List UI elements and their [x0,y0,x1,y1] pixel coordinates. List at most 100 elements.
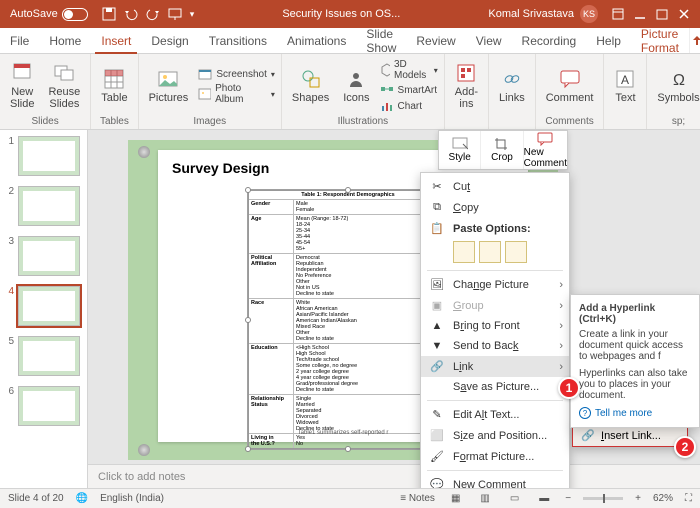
redo-icon[interactable] [146,7,160,21]
notes-toggle[interactable]: ≡ Notes [400,493,435,504]
group-text: AText [604,54,647,129]
user-account[interactable]: Komal Srivastava KS [480,5,606,23]
text-button[interactable]: AText [610,66,640,106]
zoom-slider[interactable] [583,497,623,500]
menu-size-position[interactable]: ⬜Size and Position... [421,425,569,446]
tab-insert[interactable]: Insert [91,28,141,53]
group-images: Pictures Screenshot▾ Photo Album▾ Images [139,54,282,129]
comment-button[interactable]: Comment [542,66,598,106]
new-slide-button[interactable]: New Slide [6,60,38,112]
slide-thumb-6[interactable]: 6 [4,386,83,426]
autosave-label: AutoSave [10,8,58,20]
tab-picture-format[interactable]: Picture Format [631,28,689,53]
ribbon-options-icon[interactable] [612,8,624,20]
quick-access-toolbar: ▾ [94,7,203,21]
menu-send-back[interactable]: ▼Send to Back› [421,336,569,356]
scissors-icon: ✂ [429,180,445,193]
menu-bring-front[interactable]: ▲Bring to Front› [421,316,569,336]
menu-link[interactable]: 🔗Link› [421,356,569,377]
autosave-toggle[interactable]: AutoSave [4,8,94,21]
tab-view[interactable]: View [466,28,512,53]
tab-file[interactable]: File [0,28,39,53]
slide-thumb-5[interactable]: 5 [4,336,83,376]
paste-option-3[interactable] [505,241,527,263]
zoom-out-icon[interactable]: − [565,493,571,504]
undo-icon[interactable] [124,7,138,21]
group-label: Comments [542,115,598,127]
tab-home[interactable]: Home [39,28,91,53]
save-icon[interactable] [102,7,116,21]
tell-me-more-link[interactable]: ?Tell me more [579,407,691,419]
style-button[interactable]: Style [439,131,481,169]
table-button[interactable]: Table [97,66,131,106]
reuse-slides-button[interactable]: Reuse Slides [44,60,84,112]
send-back-icon: ▼ [429,340,445,352]
menu-alt-text[interactable]: ✎Edit Alt Text... [421,404,569,425]
toggle-off-icon[interactable] [62,8,88,21]
sorter-view-icon[interactable]: ▥ [476,493,493,504]
link-icon: 🔗 [429,360,445,373]
group-illustrations: Shapes Icons 3D Models▾ SmartArt Chart I… [282,54,445,129]
paste-option-2[interactable] [479,241,501,263]
screenshot-button[interactable]: Screenshot▾ [198,67,275,81]
menu-change-picture[interactable]: 🖼Change Picture› [421,274,569,295]
photo-album-button[interactable]: Photo Album▾ [198,83,275,105]
menu-save-picture[interactable]: Save as Picture... [421,377,569,397]
crop-button[interactable]: Crop [481,131,523,169]
fit-icon[interactable]: ⛶ [685,493,692,504]
zoom-value[interactable]: 62% [653,493,673,504]
chart-button[interactable]: Chart [380,99,438,113]
addins-button[interactable]: Add- ins [451,60,482,112]
tab-design[interactable]: Design [141,28,198,53]
menu-format-picture[interactable]: 🖌Format Picture... [421,446,569,467]
minimize-icon[interactable] [634,8,646,20]
group-label: Slides [6,115,84,127]
submenu-insert-link[interactable]: 🔗Insert Link... [573,425,687,446]
close-icon[interactable] [678,8,690,20]
language[interactable]: English (India) [100,493,164,504]
paste-option-1[interactable] [453,241,475,263]
thumbnail-pane[interactable]: 1 2 3 4 5 6 [0,130,88,488]
reading-view-icon[interactable]: ▭ [506,493,523,504]
symbols-button[interactable]: ΩSymbols [653,66,700,106]
tooltip-body: Hyperlinks can also take you to places i… [579,368,691,401]
svg-text:Ω: Ω [673,72,685,89]
share-button[interactable] [689,28,700,53]
chevron-down-icon[interactable]: ▾ [190,9,195,20]
normal-view-icon[interactable]: ▦ [447,493,464,504]
tab-slideshow[interactable]: Slide Show [356,28,406,53]
mini-toolbar: Style Crop New Comment [438,130,568,170]
icons-button[interactable]: Icons [339,66,373,106]
format-icon: 🖌 [429,450,445,463]
status-bar: Slide 4 of 20 🌐 English (India) ≡ Notes … [0,488,700,508]
slide-thumb-4[interactable]: 4 [4,286,83,326]
menu-copy[interactable]: ⧉Copy [421,197,569,218]
tab-review[interactable]: Review [406,28,465,53]
pin-icon [138,444,150,456]
new-comment-button[interactable]: New Comment [524,131,567,169]
slide-thumb-2[interactable]: 2 [4,186,83,226]
tab-animations[interactable]: Animations [277,28,356,53]
group-label: Illustrations [288,115,438,127]
links-button[interactable]: Links [495,66,529,106]
notes-bar[interactable]: Click to add notes [88,464,700,488]
slide-thumb-3[interactable]: 3 [4,236,83,276]
start-slideshow-icon[interactable] [168,7,182,21]
zoom-in-icon[interactable]: + [635,493,641,504]
slideshow-view-icon[interactable]: ▬ [535,493,553,504]
3d-models-button[interactable]: 3D Models▾ [380,59,438,81]
shapes-button[interactable]: Shapes [288,66,333,106]
tab-help[interactable]: Help [586,28,631,53]
tab-transitions[interactable]: Transitions [199,28,277,53]
selected-table-image[interactable]: Table 1: Respondent Demographics GenderM… [248,190,448,449]
menu-cut[interactable]: ✂Cut [421,176,569,197]
tab-recording[interactable]: Recording [512,28,587,53]
user-name: Komal Srivastava [488,8,574,20]
tooltip-body: Create a link in your document quick acc… [579,329,691,362]
maximize-icon[interactable] [656,8,668,20]
pictures-button[interactable]: Pictures [145,66,193,106]
clipboard-icon: 📋 [429,222,445,235]
slide-thumb-1[interactable]: 1 [4,136,83,176]
pin-icon [138,146,150,158]
smartart-button[interactable]: SmartArt [380,83,438,97]
